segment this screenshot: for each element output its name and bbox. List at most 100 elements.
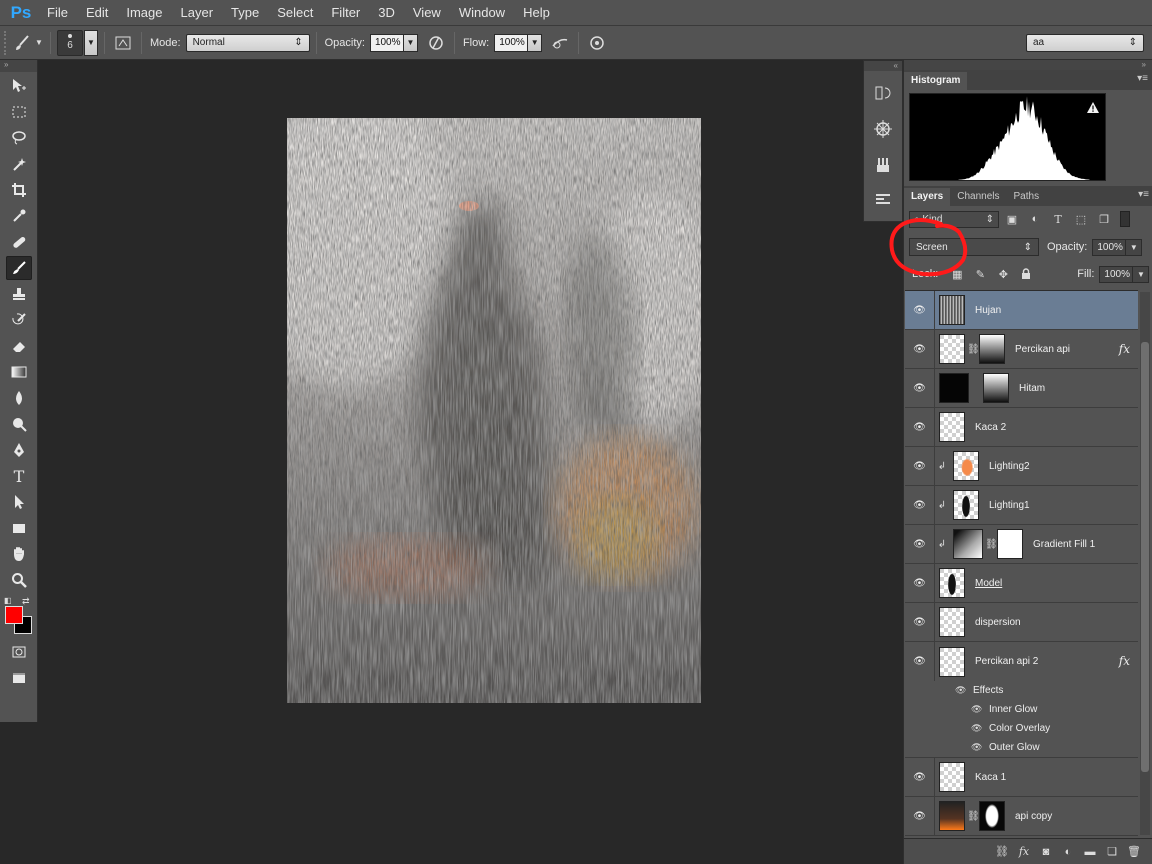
marquee-tool-icon[interactable] <box>6 100 32 124</box>
layer-name[interactable]: Percikan api <box>1015 344 1070 355</box>
eyedropper-tool-icon[interactable] <box>6 204 32 228</box>
fill-dropdown[interactable]: ▼ <box>1133 265 1150 283</box>
magic-wand-tool-icon[interactable] <box>6 152 32 176</box>
menu-edit[interactable]: Edit <box>77 0 117 26</box>
add-mask-icon[interactable]: ◙ <box>1035 842 1057 862</box>
layer-style-fx-icon[interactable]: fx <box>1013 842 1035 862</box>
history-brush-tool-icon[interactable] <box>6 308 32 332</box>
layer-name[interactable]: dispersion <box>975 617 1021 628</box>
layer-row[interactable]: 👁 ↲ Lighting1 <box>905 485 1138 525</box>
panel-menu-icon[interactable]: ▾≡ <box>1137 73 1148 84</box>
brush-size-picker[interactable]: 6 <box>57 29 83 56</box>
layer-mask-thumbnail[interactable] <box>979 801 1005 831</box>
workspace-dropdown[interactable]: aa ⇕ <box>1026 33 1144 52</box>
brush-tool-preset-icon[interactable] <box>10 31 34 55</box>
visibility-eye-icon[interactable]: 👁 <box>971 723 982 734</box>
dock-grip[interactable]: « <box>864 61 902 71</box>
menu-layer[interactable]: Layer <box>172 0 223 26</box>
visibility-eye-icon[interactable]: 👁 <box>971 704 982 715</box>
clone-stamp-tool-icon[interactable] <box>6 282 32 306</box>
lock-all-icon[interactable] <box>1017 266 1035 282</box>
swap-colors-icon[interactable]: ⇄ <box>22 596 30 607</box>
default-colors-icon[interactable]: ◧ <box>4 596 12 605</box>
gradient-tool-icon[interactable] <box>6 360 32 384</box>
brush-tool-icon[interactable] <box>6 256 32 280</box>
rectangle-tool-icon[interactable] <box>6 516 32 540</box>
lock-position-icon[interactable]: ✥ <box>994 266 1012 282</box>
brush-presets-panel-icon[interactable] <box>869 151 897 179</box>
new-layer-icon[interactable]: ❏ <box>1101 842 1123 862</box>
history-panel-icon[interactable] <box>869 79 897 107</box>
link-chain-icon[interactable]: ⛓ <box>967 344 980 355</box>
screen-mode-icon[interactable] <box>6 666 32 690</box>
scrollbar-thumb[interactable] <box>1141 342 1149 772</box>
layer-name[interactable]: Gradient Fill 1 <box>1033 539 1095 550</box>
visibility-eye-icon[interactable]: 👁 <box>905 446 935 486</box>
pen-tool-icon[interactable] <box>6 438 32 462</box>
pressure-size-icon[interactable] <box>585 31 609 55</box>
opacity-dropdown-arrow[interactable]: ▼ <box>403 33 418 52</box>
tab-layers[interactable]: Layers <box>904 188 951 206</box>
opacity-input[interactable]: 100% <box>369 33 404 52</box>
layer-row[interactable]: 👁 Hujan <box>905 291 1138 330</box>
eraser-tool-icon[interactable] <box>6 334 32 358</box>
foreground-color-swatch[interactable] <box>5 606 23 624</box>
layer-row[interactable]: 👁 ↲ ⛓ Gradient Fill 1 <box>905 524 1138 564</box>
crop-tool-icon[interactable] <box>6 178 32 202</box>
panel-menu-icon[interactable]: ▾≡ <box>1138 189 1149 200</box>
tab-channels[interactable]: Channels <box>950 188 1006 206</box>
blur-tool-icon[interactable] <box>6 386 32 410</box>
menu-filter[interactable]: Filter <box>322 0 369 26</box>
visibility-eye-icon[interactable]: 👁 <box>905 563 935 603</box>
warning-icon[interactable] <box>1086 101 1100 117</box>
layer-row[interactable]: 👁 ⛓ Percikan api fx <box>905 329 1138 369</box>
filter-adjustment-icon[interactable]: ◐ <box>1025 211 1045 228</box>
filter-kind-dropdown[interactable]: ⌕ Kind ⇕ <box>909 210 999 228</box>
airbrush-icon[interactable] <box>548 31 572 55</box>
layer-name[interactable]: Percikan api 2 <box>975 656 1038 667</box>
layer-mask-thumbnail[interactable] <box>979 334 1005 364</box>
layer-name[interactable]: Kaca 1 <box>975 772 1006 783</box>
layer-name[interactable]: Hitam <box>1019 383 1045 394</box>
menu-3d[interactable]: 3D <box>369 0 404 26</box>
visibility-eye-icon[interactable]: 👁 <box>905 524 935 564</box>
brush-size-dropdown[interactable]: ▼ <box>84 29 98 56</box>
brush-panel-toggle-icon[interactable] <box>111 31 135 55</box>
healing-brush-tool-icon[interactable] <box>6 230 32 254</box>
tab-histogram[interactable]: Histogram <box>904 72 968 90</box>
visibility-eye-icon[interactable]: 👁 <box>905 329 935 369</box>
menu-file[interactable]: File <box>38 0 77 26</box>
menu-select[interactable]: Select <box>268 0 322 26</box>
preset-dropdown-arrow[interactable]: ▼ <box>34 31 44 55</box>
layer-row[interactable]: 👁 Kaca 2 <box>905 407 1138 447</box>
layer-name[interactable]: Model <box>975 578 1002 589</box>
blend-mode-dropdown[interactable]: Screen ⇕ <box>909 238 1039 256</box>
effect-row[interactable]: 👁 Color Overlay <box>905 719 1138 738</box>
menu-help[interactable]: Help <box>514 0 559 26</box>
layer-row[interactable]: 👁 Model <box>905 563 1138 603</box>
layer-mask-thumbnail[interactable] <box>983 373 1009 403</box>
layer-row[interactable]: 👁 Percikan api 2 fx <box>905 642 1138 681</box>
link-layers-icon[interactable]: ⛓ <box>991 842 1013 862</box>
tools-panel-grip[interactable]: » <box>0 60 37 72</box>
filter-shape-icon[interactable]: ⬚ <box>1071 211 1091 228</box>
mode-dropdown[interactable]: Normal ⇕ <box>185 33 310 52</box>
visibility-eye-icon[interactable]: 👁 <box>905 757 935 797</box>
delete-trash-icon[interactable]: 🗑 <box>1123 842 1145 862</box>
flow-dropdown-arrow[interactable]: ▼ <box>528 33 543 52</box>
layer-row[interactable]: 👁 Kaca 1 <box>905 757 1138 797</box>
lock-transparent-icon[interactable]: ▦ <box>948 266 966 282</box>
new-group-folder-icon[interactable]: ▬ <box>1079 842 1101 862</box>
menu-view[interactable]: View <box>404 0 450 26</box>
effects-header[interactable]: 👁 Effects <box>905 681 1138 700</box>
layer-name[interactable]: Lighting1 <box>989 500 1030 511</box>
fx-icon[interactable]: fx <box>1119 342 1130 356</box>
layer-row[interactable]: 👁 dispersion <box>905 602 1138 642</box>
link-chain-icon[interactable]: ⛓ <box>967 811 980 822</box>
tool-presets-panel-icon[interactable] <box>869 185 897 213</box>
visibility-eye-icon[interactable]: 👁 <box>905 368 935 408</box>
layer-row[interactable]: 👁 Hitam <box>905 368 1138 408</box>
navigator-panel-icon[interactable] <box>869 115 897 143</box>
menu-image[interactable]: Image <box>117 0 171 26</box>
flow-input[interactable]: 100% <box>494 33 529 52</box>
